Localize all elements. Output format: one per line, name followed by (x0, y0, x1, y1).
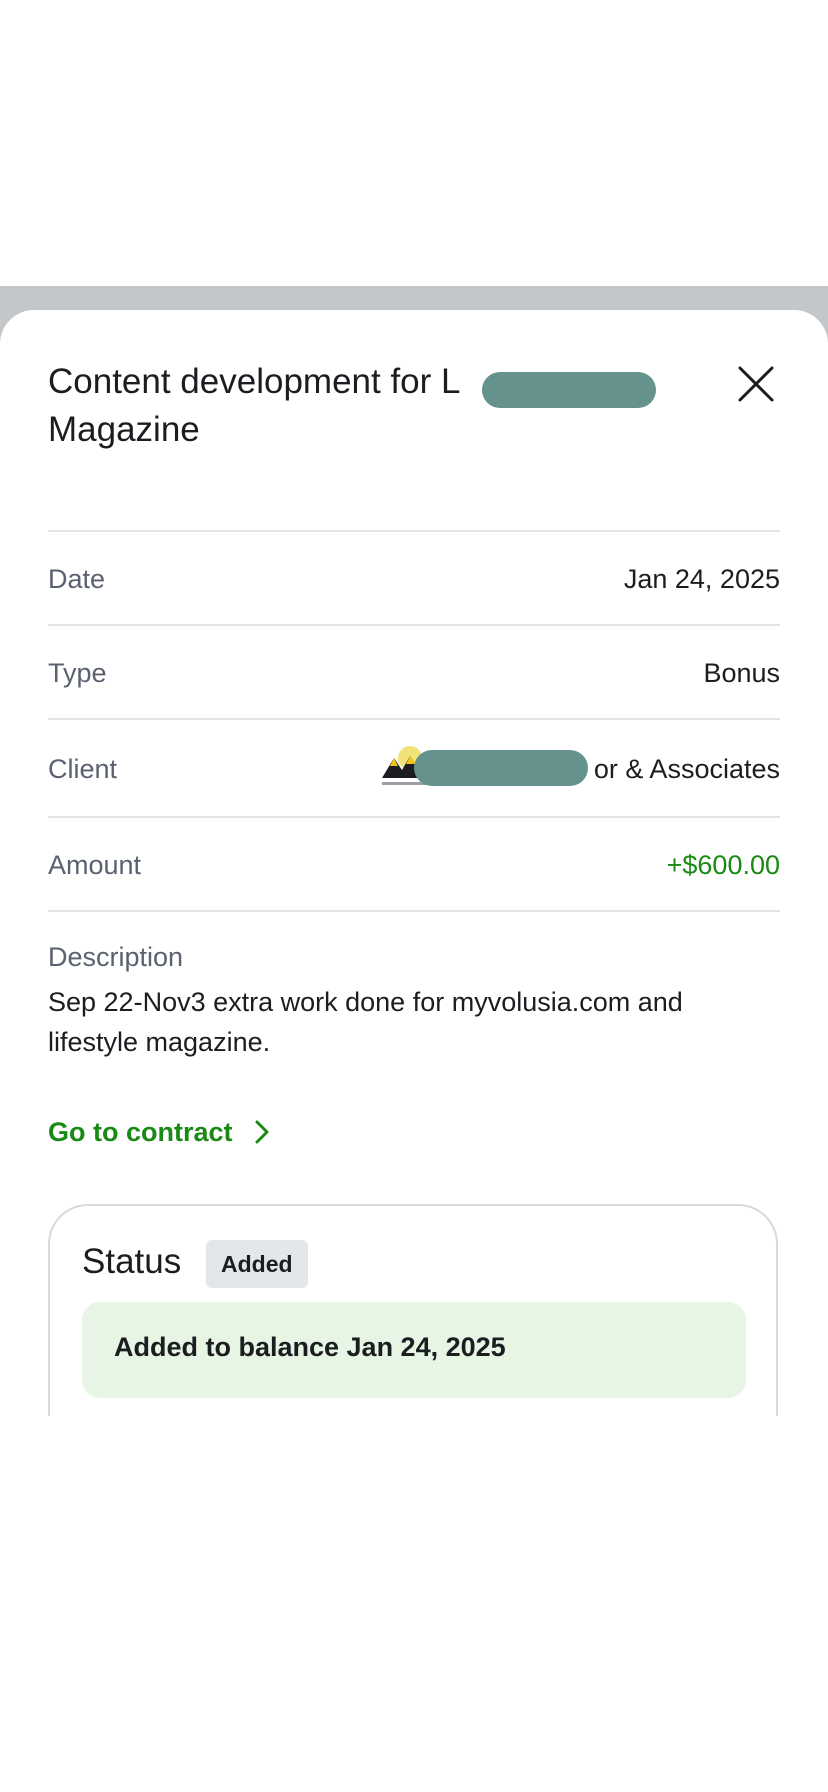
status-badge: Added (206, 1240, 308, 1288)
date-row: Date Jan 24, 2025 (48, 530, 780, 624)
status-note-text: Added to balance Jan 24, 2025 (114, 1332, 506, 1362)
type-label: Type (48, 658, 107, 688)
amount-value: +$600.00 (666, 850, 780, 880)
redacted-client-name (414, 750, 588, 786)
sheet-bottom-area (0, 1416, 828, 1792)
status-card: Status Added Added to balance Jan 24, 20… (48, 1204, 778, 1424)
amount-row: Amount +$600.00 (48, 816, 780, 910)
title-line-2: Magazine (48, 410, 200, 449)
title-line-1: Content development for L (48, 362, 461, 401)
client-label: Client (48, 754, 118, 784)
background-page (0, 0, 828, 286)
status-title: Status (82, 1242, 182, 1281)
client-row: Client or & Associates (48, 718, 780, 818)
status-note: Added to balance Jan 24, 2025 (82, 1302, 746, 1398)
type-row: Type Bonus (48, 624, 780, 718)
date-value: Jan 24, 2025 (623, 564, 780, 594)
chevron-right-icon (255, 1120, 269, 1144)
amount-label: Amount (48, 850, 142, 880)
close-icon (738, 366, 774, 402)
divider (48, 910, 780, 912)
description-label: Description (48, 942, 184, 972)
redacted-title-text (482, 372, 656, 408)
type-value: Bonus (703, 658, 780, 688)
close-button[interactable] (732, 360, 780, 408)
go-to-contract-link[interactable]: Go to contract (48, 1110, 271, 1154)
go-to-contract-label: Go to contract (48, 1116, 233, 1147)
description-text: Sep 22-Nov3 extra work done for myvolusi… (48, 987, 683, 1057)
client-value: or & Associates (593, 754, 780, 784)
date-label: Date (48, 564, 106, 594)
